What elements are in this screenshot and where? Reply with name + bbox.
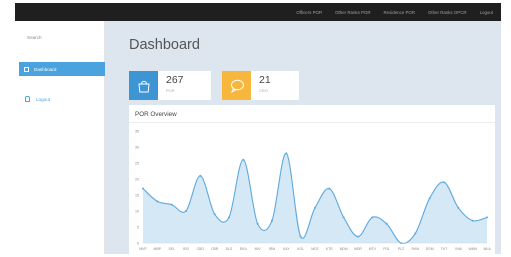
chart-panel: POR Overview 0 5 10 15 20 25 30 35 MVP MBP SEL BSI C… bbox=[129, 105, 495, 254]
data-point bbox=[328, 187, 331, 190]
data-point bbox=[371, 216, 374, 219]
nav-link-other-ranks-opcr[interactable]: Other Ranks OPCR bbox=[428, 10, 467, 15]
x-tick-label: POL bbox=[383, 247, 390, 251]
x-tick-label: KAY bbox=[283, 247, 290, 251]
sidebar-item-dashboard[interactable]: Dashboard bbox=[19, 62, 105, 76]
data-point bbox=[185, 210, 187, 212]
app-window: Officers POR Other Ranks POR Residence P… bbox=[15, 3, 501, 254]
x-tick-label: IRM bbox=[269, 247, 275, 251]
x-tick-label: VNA bbox=[455, 247, 463, 251]
data-point bbox=[357, 235, 359, 238]
data-point bbox=[299, 235, 302, 238]
dashboard-icon bbox=[24, 66, 29, 72]
x-tick-label: CBR bbox=[211, 247, 219, 251]
search-input[interactable]: Search bbox=[27, 25, 103, 63]
x-tick-label: RKM bbox=[412, 247, 420, 251]
nav-link-officers-por[interactable]: Officers POR bbox=[296, 10, 322, 15]
sidebar-item-label: Logout bbox=[36, 96, 51, 102]
data-point bbox=[385, 222, 388, 225]
top-nav-links: Officers POR Other Ranks POR Residence P… bbox=[296, 3, 493, 21]
stat-value: 267 bbox=[166, 74, 184, 86]
x-tick-label: BSI bbox=[183, 247, 189, 251]
x-tick-label: PLZ bbox=[398, 247, 404, 251]
x-tick-label: SEL bbox=[168, 247, 175, 251]
x-tick-label: WMN bbox=[468, 247, 477, 251]
page-title: Dashboard bbox=[129, 37, 200, 53]
panel-title: POR Overview bbox=[135, 111, 177, 118]
data-point bbox=[443, 181, 445, 184]
data-point bbox=[142, 187, 144, 190]
nav-link-residence-por[interactable]: Residence POR bbox=[384, 10, 415, 15]
y-tick-label: 0 bbox=[137, 242, 139, 246]
y-tick-label: 30 bbox=[135, 146, 139, 150]
data-point bbox=[285, 152, 288, 155]
y-tick-label: 35 bbox=[135, 130, 139, 134]
data-point bbox=[271, 219, 273, 222]
stat-card-cro[interactable]: 21 CRO bbox=[222, 71, 299, 100]
x-tick-label: TKT bbox=[441, 247, 447, 251]
x-tick-label: EKA bbox=[240, 247, 248, 251]
y-tick-label: 20 bbox=[135, 178, 139, 182]
x-tick-label: MBP bbox=[154, 247, 162, 251]
x-tick-label: MCE bbox=[311, 247, 319, 251]
x-tick-label: MIV bbox=[255, 247, 262, 251]
stat-value: 21 bbox=[259, 74, 271, 86]
data-point bbox=[228, 216, 230, 219]
x-tick-label: MTV bbox=[369, 247, 377, 251]
data-point bbox=[414, 232, 417, 235]
nav-link-other-ranks-por[interactable]: Other Ranks POR bbox=[335, 10, 370, 15]
y-tick-label: 25 bbox=[135, 162, 139, 166]
y-tick-label: 10 bbox=[135, 210, 139, 214]
y-tick-label: 5 bbox=[137, 226, 139, 230]
card-icon-box bbox=[129, 71, 158, 100]
stat-label: POR bbox=[166, 88, 175, 93]
area-chart: 0 5 10 15 20 25 30 35 MVP MBP SEL BSI CBO CBR DLS EKA MI… bbox=[135, 130, 491, 252]
data-point bbox=[342, 216, 345, 219]
data-point bbox=[242, 158, 245, 161]
x-tick-label: WLA bbox=[483, 247, 491, 251]
data-point bbox=[486, 216, 488, 219]
sidebar: Search Dashboard Logout bbox=[15, 21, 105, 254]
x-tick-label: CBO bbox=[197, 247, 205, 251]
data-point bbox=[314, 206, 316, 209]
x-tick-label: MVP bbox=[139, 247, 147, 251]
x-tick-label: SGM bbox=[426, 247, 434, 251]
nav-link-logout[interactable]: Logout bbox=[480, 10, 493, 15]
panel-divider bbox=[129, 122, 495, 123]
data-point bbox=[428, 197, 431, 200]
card-icon-box bbox=[222, 71, 251, 100]
shopping-bag-icon bbox=[137, 80, 150, 92]
top-navbar: Officers POR Other Ranks POR Residence P… bbox=[15, 3, 501, 21]
stat-card-por[interactable]: 267 POR bbox=[129, 71, 211, 100]
data-point bbox=[213, 213, 216, 216]
x-tick-label: DLS bbox=[226, 247, 233, 251]
search-label: Search bbox=[27, 35, 42, 40]
data-point bbox=[457, 206, 460, 209]
x-tick-label: MDR bbox=[354, 247, 362, 251]
x-tick-label: KGL bbox=[297, 247, 304, 251]
main-content: Dashboard 267 POR 21 CRO POR Overview 0 … bbox=[105, 21, 501, 254]
data-point bbox=[256, 222, 259, 225]
data-point bbox=[199, 174, 202, 177]
y-tick-label: 15 bbox=[135, 194, 139, 198]
x-tick-label: MDM bbox=[340, 247, 348, 251]
user-icon bbox=[25, 96, 30, 102]
stat-label: CRO bbox=[259, 88, 268, 93]
data-point bbox=[471, 219, 474, 222]
data-point bbox=[156, 200, 159, 203]
speech-bubble-icon bbox=[230, 79, 244, 93]
series-area-fill bbox=[143, 153, 487, 244]
sidebar-item-logout[interactable]: Logout bbox=[25, 96, 50, 102]
data-point bbox=[170, 203, 173, 206]
sidebar-item-label: Dashboard bbox=[34, 66, 57, 72]
x-tick-label: KTR bbox=[326, 247, 333, 251]
